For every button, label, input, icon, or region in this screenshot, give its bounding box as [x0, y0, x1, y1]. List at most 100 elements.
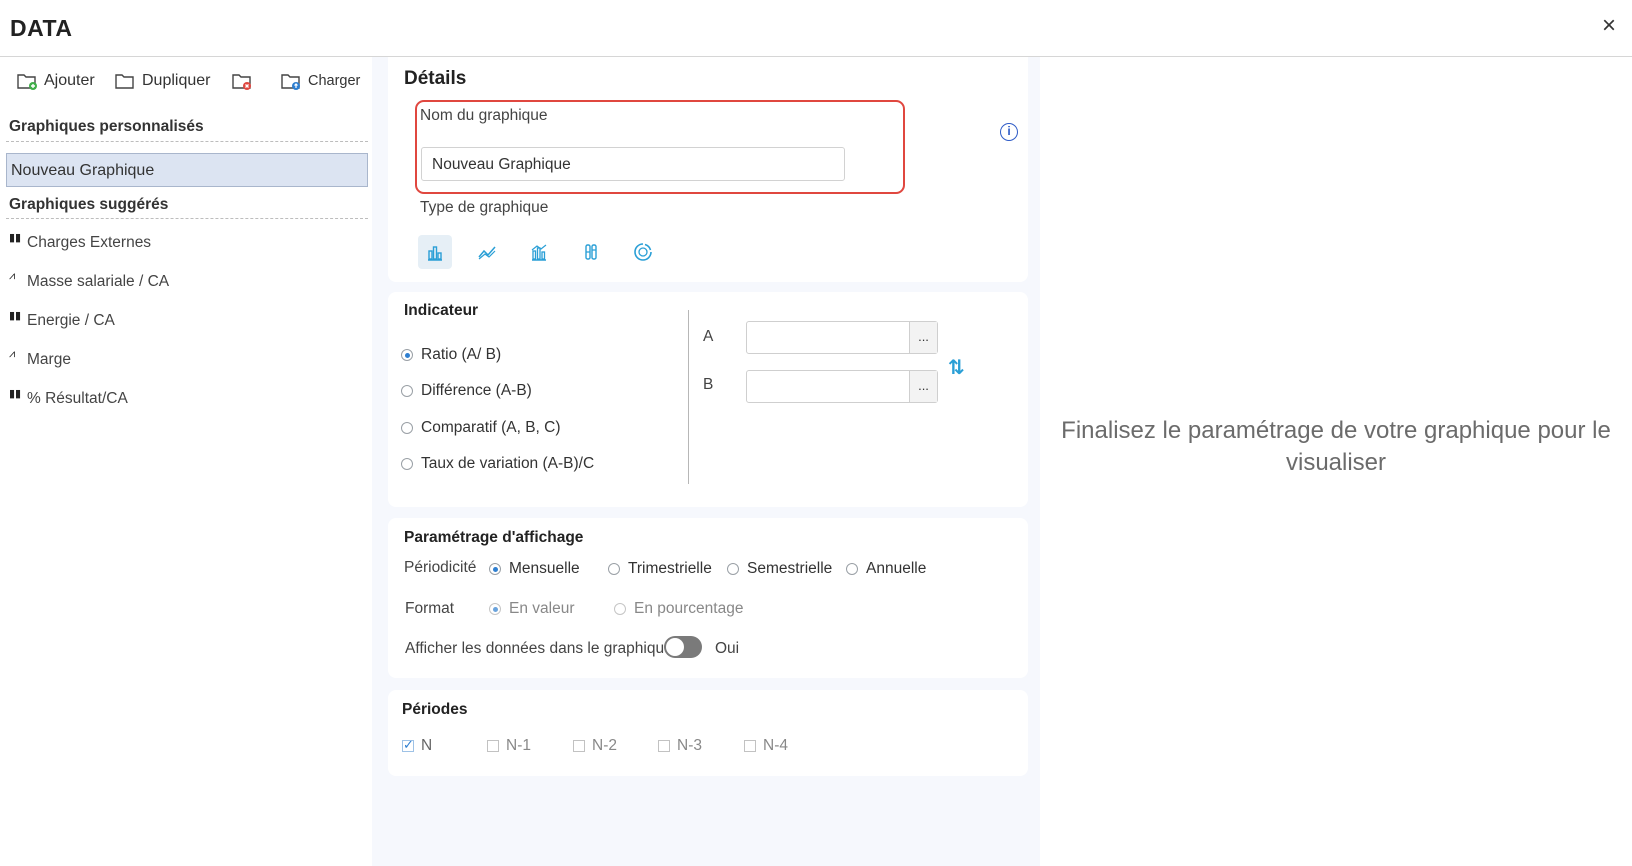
stacked-bar-icon	[585, 244, 597, 260]
periods-card: Périodes N N-1 N-2 N-3 N-4	[388, 690, 1028, 776]
radio-label: Différence (A-B)	[421, 382, 532, 399]
radio-label: Taux de variation (A-B)/C	[421, 455, 595, 472]
radio-icon	[608, 563, 620, 575]
chart-name-label: Nom du graphique	[420, 107, 548, 124]
period-n1-checkbox[interactable]: N-1	[487, 737, 531, 755]
checkbox-icon	[744, 740, 756, 752]
field-b-browse-button[interactable]: ...	[909, 371, 937, 402]
chart-preview-area: Finalisez le paramétrage de votre graphi…	[1040, 57, 1632, 866]
period-n4-checkbox[interactable]: N-4	[744, 737, 788, 755]
radio-icon	[614, 603, 626, 615]
radio-label: Ratio (A/ B)	[421, 346, 502, 363]
title-bar: DATA ×	[0, 0, 1632, 57]
period-n3-checkbox[interactable]: N-3	[658, 737, 702, 755]
periodicity-annuelle[interactable]: Annuelle	[846, 560, 926, 578]
folder-add-icon	[17, 74, 37, 90]
period-n-checkbox[interactable]: N	[402, 737, 432, 755]
bar-chart-icon: ▮▮	[9, 387, 22, 400]
duplicate-button[interactable]: Dupliquer	[114, 71, 210, 91]
load-button-label: Charger	[308, 73, 361, 89]
divider	[6, 218, 368, 219]
indicator-title: Indicateur	[404, 302, 479, 319]
chart-type-line[interactable]	[470, 235, 504, 269]
delete-button[interactable]	[231, 71, 253, 91]
chart-name-input[interactable]: Nouveau Graphique	[421, 147, 845, 181]
field-a-label: A	[703, 328, 714, 345]
indicator-option-taux[interactable]: Taux de variation (A-B)/C	[401, 455, 594, 473]
radio-label: Annuelle	[866, 560, 927, 577]
radio-icon	[401, 385, 413, 397]
radio-icon	[846, 563, 858, 575]
settings-panel: Détails Nom du graphique Nouveau Graphiq…	[372, 57, 1040, 866]
suggested-item-resultat[interactable]: ▮▮ % Résultat/CA	[9, 387, 128, 408]
suggested-item-label: Charges Externes	[27, 234, 152, 251]
field-a-input[interactable]: ...	[746, 321, 938, 354]
indicator-option-difference[interactable]: Différence (A-B)	[401, 382, 532, 400]
line-chart-icon: ⩘	[9, 347, 16, 360]
field-a-browse-button[interactable]: ...	[909, 322, 937, 353]
periodicity-mensuelle[interactable]: Mensuelle	[489, 560, 580, 578]
suggested-item-marge[interactable]: ⩘ Marge	[9, 347, 71, 369]
period-n2-checkbox[interactable]: N-2	[573, 737, 617, 755]
bar-chart-icon: ▮▮	[9, 231, 22, 244]
info-icon[interactable]: i	[1000, 123, 1018, 141]
field-b-input[interactable]: ...	[746, 370, 938, 403]
app-title: DATA	[10, 15, 73, 41]
suggested-item-label: Masse salariale / CA	[27, 273, 170, 290]
radio-label: Mensuelle	[509, 560, 580, 577]
details-title: Détails	[404, 68, 467, 89]
suggested-item-masse-salariale[interactable]: ⩘ Masse salariale / CA	[9, 269, 170, 291]
radio-icon	[727, 563, 739, 575]
checkbox-icon	[573, 740, 585, 752]
radio-label: Trimestrielle	[628, 560, 712, 577]
periodicity-label: Périodicité	[404, 559, 477, 576]
add-button[interactable]: Ajouter	[16, 71, 95, 91]
indicator-option-comparatif[interactable]: Comparatif (A, B, C)	[401, 419, 561, 437]
show-data-label: Afficher les données dans le graphique	[405, 640, 673, 657]
close-icon[interactable]: ×	[1602, 14, 1616, 38]
format-en-pourcentage[interactable]: En pourcentage	[614, 600, 743, 618]
suggested-charts-header: Graphiques suggérés	[9, 196, 169, 213]
swap-icon[interactable]: ⇅	[948, 355, 965, 380]
radio-label: En pourcentage	[634, 600, 744, 617]
bar-line-combo-icon	[531, 244, 547, 261]
sidebar: Ajouter Dupliquer Charger Graphiques per…	[0, 57, 372, 866]
radio-icon	[489, 563, 501, 575]
chart-type-combo[interactable]	[522, 235, 556, 269]
indicator-option-ratio[interactable]: Ratio (A/ B)	[401, 346, 501, 364]
suggested-item-energie[interactable]: ▮▮ Energie / CA	[9, 310, 115, 330]
radio-icon	[489, 603, 501, 615]
checkbox-label: N-3	[677, 737, 702, 754]
radio-icon	[401, 349, 413, 361]
custom-chart-item[interactable]: Nouveau Graphique	[6, 153, 368, 187]
toggle-knob	[666, 638, 684, 656]
chart-type-stacked[interactable]	[574, 235, 608, 269]
periodicity-semestrielle[interactable]: Semestrielle	[727, 560, 832, 578]
line-chart-icon: ⩘	[9, 269, 16, 282]
vertical-divider	[688, 310, 689, 484]
folder-delete-icon	[232, 74, 251, 90]
suggested-item-charges-externes[interactable]: ▮▮ Charges Externes	[9, 231, 152, 252]
chart-type-label: Type de graphique	[420, 199, 549, 216]
checkbox-icon	[487, 740, 499, 752]
donut-chart-icon	[634, 243, 652, 261]
show-data-toggle[interactable]	[664, 636, 702, 658]
checkbox-icon	[658, 740, 670, 752]
periodicity-trimestrielle[interactable]: Trimestrielle	[608, 560, 712, 578]
load-button[interactable]: Charger	[280, 71, 360, 91]
show-data-value: Oui	[715, 640, 740, 657]
bar-chart-icon	[428, 246, 442, 261]
checkbox-label: N-1	[506, 737, 531, 754]
folder-load-icon	[281, 74, 300, 90]
radio-icon	[401, 458, 413, 470]
details-card: Détails Nom du graphique Nouveau Graphiq…	[388, 57, 1028, 282]
chart-type-bar[interactable]	[418, 235, 452, 269]
divider	[6, 141, 368, 142]
checkbox-label: N-2	[592, 737, 617, 754]
checkbox-label: N-4	[763, 737, 788, 754]
format-en-valeur[interactable]: En valeur	[489, 600, 574, 618]
radio-icon	[401, 422, 413, 434]
chart-type-donut[interactable]	[626, 235, 660, 269]
checkbox-icon	[402, 737, 414, 753]
duplicate-button-label: Dupliquer	[142, 72, 211, 89]
